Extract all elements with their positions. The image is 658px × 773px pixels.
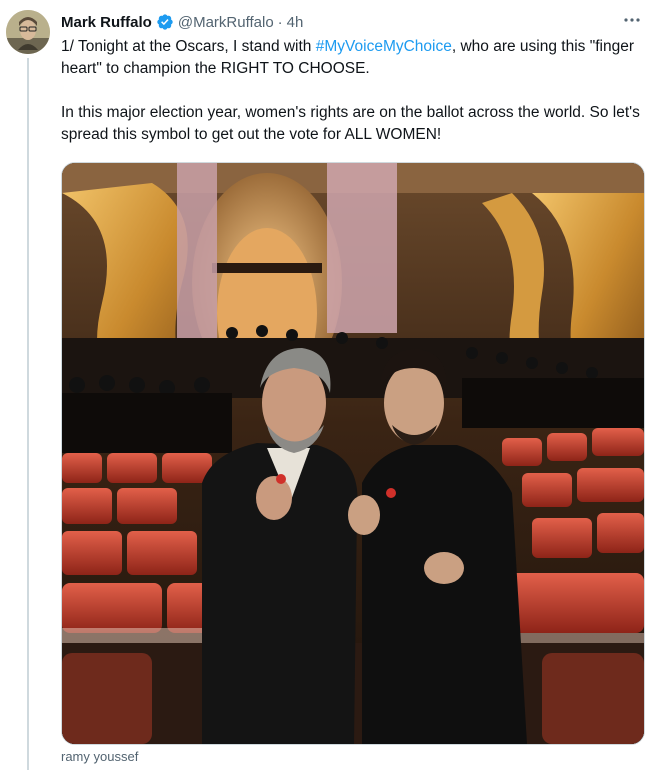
oscars-photo [62,163,644,744]
tweet-header: Mark Ruffalo @MarkRuffalo · 4h [61,12,303,32]
post-timestamp[interactable]: 4h [287,14,304,31]
more-options-icon[interactable] [620,10,644,30]
thread-line [27,58,29,770]
tweet[interactable]: Mark Ruffalo @MarkRuffalo · 4h 1/ Tonigh… [0,0,658,773]
text-segment: 1/ Tonight at the Oscars, I stand with [61,38,316,55]
photo-tag-caption[interactable]: ramy youssef [61,749,138,764]
tweet-text: 1/ Tonight at the Oscars, I stand with #… [61,36,641,146]
avatar-image [6,10,50,54]
tweet-paragraph-1: 1/ Tonight at the Oscars, I stand with #… [61,36,641,80]
verified-badge-icon [156,13,174,31]
author-avatar[interactable] [6,10,50,54]
hashtag-link[interactable]: #MyVoiceMyChoice [316,38,452,55]
tweet-paragraph-2: In this major election year, women's rig… [61,104,640,143]
author-name[interactable]: Mark Ruffalo [61,14,152,31]
tweet-photo[interactable] [61,162,645,745]
author-handle[interactable]: @MarkRuffalo [178,14,274,31]
separator-dot: · [277,13,283,31]
